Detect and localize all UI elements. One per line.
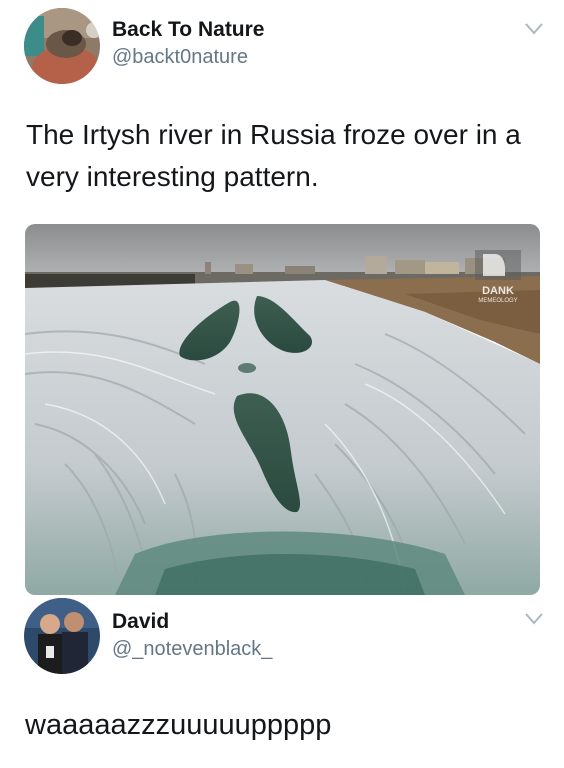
author-handle[interactable]: @backt0nature xyxy=(112,44,265,70)
reply-author: David @_notevenblack_ xyxy=(112,610,272,662)
reply-display-name[interactable]: David xyxy=(112,610,272,634)
avatar[interactable] xyxy=(24,8,100,84)
chevron-down-icon[interactable] xyxy=(524,612,544,626)
reply-handle[interactable]: @_notevenblack_ xyxy=(112,636,272,662)
reply-avatar-image xyxy=(24,598,100,674)
watermark-title: DANK xyxy=(482,285,514,297)
reply-avatar[interactable] xyxy=(24,598,100,674)
tweet-text: The Irtysh river in Russia froze over in… xyxy=(26,119,521,192)
watermark-subtitle: MEMEOLOGY xyxy=(478,298,517,304)
tweet-photo[interactable]: DANK MEMEOLOGY xyxy=(25,224,540,595)
tweet-header: Back To Nature @backt0nature xyxy=(24,8,544,88)
chevron-down-icon[interactable] xyxy=(524,22,544,36)
author: Back To Nature @backt0nature xyxy=(112,18,265,70)
reply-text: waaaaazzzuuuuuppppp xyxy=(25,709,332,741)
reply-header: David @_notevenblack_ xyxy=(24,598,544,678)
avatar-image xyxy=(24,8,100,84)
author-display-name[interactable]: Back To Nature xyxy=(112,18,265,42)
frozen-river-photo: DANK MEMEOLOGY xyxy=(25,224,540,595)
